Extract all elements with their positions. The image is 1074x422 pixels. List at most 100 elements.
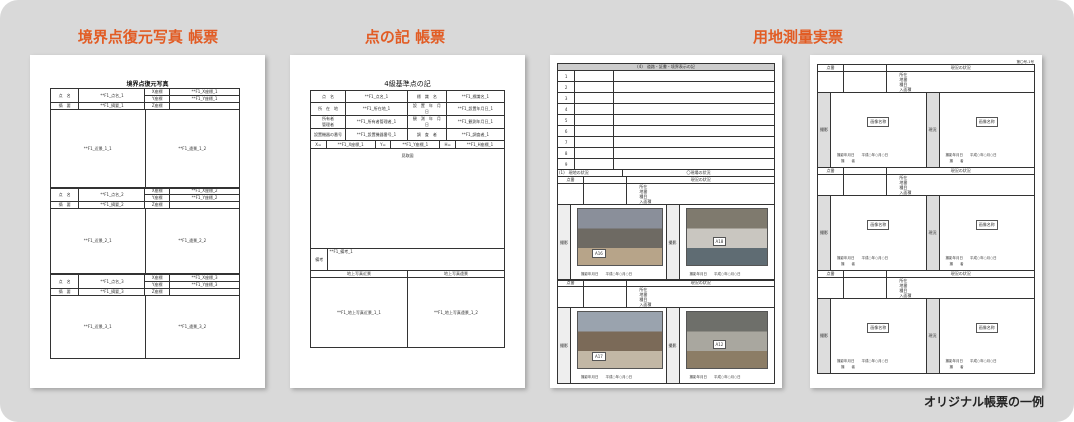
image-cell: 画像名称 撮影年月日 平成○年○月○日撮 者 bbox=[938, 92, 1036, 168]
sheet2-note-table: 備考 **F1_備考_1 bbox=[309, 248, 505, 271]
sheet4-image-table: 撮影 画像名称 撮影年月日 平成○年○月○日撮 者現況 画像名称 撮影年月日 平成○年○… bbox=[816, 92, 1036, 168]
field-blank-b bbox=[843, 71, 888, 93]
row-cell-a bbox=[574, 125, 615, 137]
field-label: 設置機器の番号 bbox=[310, 128, 346, 141]
field-value: **F1_所在地_1 bbox=[344, 102, 408, 116]
row-cell-b bbox=[613, 103, 775, 115]
row-number: 1 bbox=[556, 70, 576, 82]
row-number: 8 bbox=[556, 147, 576, 159]
side-label: 現況 bbox=[925, 195, 940, 271]
sheet2-info-table: 点 名 **F1_点名_1 標 識 名 **F1_標識名_1 所 在 地 **F1_所在地… bbox=[310, 90, 506, 141]
photo-cell: A18 撮影年月日 平成○年○月○日 bbox=[678, 204, 776, 281]
photo-far-cell: **F1_遠景_1_2 bbox=[144, 109, 240, 189]
photo-tag: A17 bbox=[592, 352, 606, 361]
image-cell: 画像名称 撮影年月日 平成○年○月○日撮 者 bbox=[830, 92, 927, 168]
row-cell-a bbox=[574, 103, 615, 115]
site-photo: A18 bbox=[685, 208, 768, 266]
image-placeholder: 画像名称 bbox=[867, 323, 890, 333]
field-value: **F1_観測年月日_1 bbox=[445, 115, 506, 129]
sheet4-image-table: 撮影 画像名称 撮影年月日 平成○年○月○日撮 者現況 画像名称 撮影年月日 平成○年○… bbox=[816, 195, 1036, 271]
row-number: 5 bbox=[556, 114, 576, 126]
field-value: **F1_設置機器番号_1 bbox=[344, 128, 408, 141]
field-value: **F1_調査者_1 bbox=[445, 128, 506, 141]
side-label: 撮影 bbox=[816, 195, 832, 271]
column-status: 現況の状況 bbox=[886, 64, 1035, 72]
image-caption: 撮影年月日 平成○年○月○日 bbox=[837, 256, 889, 260]
row-cell-b bbox=[613, 136, 775, 148]
field-label: 設 置 年 月 日 bbox=[406, 102, 447, 116]
sheet4-sections: 点番 現況の状況 所在 地番 種目 入面積 撮影 画像名称 撮影年月日 平成○年○月○日撮 者現… bbox=[816, 64, 1036, 374]
side-label: 撮影 bbox=[556, 204, 572, 281]
sheet4-fields-table: 点番 現況の状況 所在 地番 種目 入面積 bbox=[816, 64, 1035, 93]
x-coord-label: X座標 bbox=[144, 274, 171, 282]
y-coord-label: Y座標 bbox=[144, 95, 171, 103]
column-status: 現況の状況 bbox=[626, 176, 775, 184]
sheet1-block: 点 名 **F1_点名_3 X座標 **F1_X座標_3 Y座標 **F1_Y座標_3 摘 … bbox=[49, 274, 240, 359]
site-photo: A16 bbox=[577, 208, 664, 266]
photo-near-value: **F1_地上写真近景_1_1 bbox=[310, 277, 408, 348]
footer-caption: オリジナル帳票の一例 bbox=[923, 395, 1044, 409]
row-cell-b bbox=[613, 147, 775, 159]
row-cell-b bbox=[613, 125, 775, 137]
sheet1-title: 境界点復元写真 bbox=[126, 81, 169, 88]
fields-cell: 所在 地番 種目 入面積 bbox=[886, 277, 1035, 299]
photo-far-cell: **F1_遠景_3_2 bbox=[144, 295, 240, 359]
side-label: 現況 bbox=[925, 298, 940, 374]
image-caption-author: 撮 者 bbox=[949, 262, 964, 266]
image-placeholder: 画像名称 bbox=[867, 220, 890, 230]
sheet4-image-table: 撮影 画像名称 撮影年月日 平成○年○月○日撮 者現況 画像名称 撮影年月日 平成○年○… bbox=[816, 298, 1036, 374]
sheet4-fields-table: 点番 現況の状況 所在 地番 種目 入面積 bbox=[816, 167, 1035, 196]
photo-caption: 撮影年月日 平成○年○月○日 bbox=[581, 375, 633, 379]
sheet2-title: 4級基準点の記 bbox=[384, 80, 431, 88]
field-blank-b bbox=[583, 286, 628, 308]
side-label: 撮影 bbox=[816, 92, 832, 168]
image-cell: 画像名称 撮影年月日 平成○年○月○日撮 者 bbox=[830, 298, 927, 374]
column-status: 現況の状況 bbox=[886, 167, 1035, 175]
site-photo: A17 bbox=[577, 311, 664, 369]
caption-land-survey: 用地測量実票 bbox=[752, 28, 844, 46]
fields-cell: 所在 地番 種目 入面積 bbox=[886, 174, 1035, 196]
row-cell-a bbox=[574, 70, 615, 82]
field-blank-a bbox=[816, 71, 845, 93]
point-name-label: 点 名 bbox=[49, 88, 80, 103]
image-caption: 撮影年月日 平成○年○月○日 bbox=[945, 359, 997, 363]
image-cell: 画像名称撮影年月日 平成○年○月○日撮 者 bbox=[830, 195, 927, 271]
side-label: 現況 bbox=[925, 92, 940, 168]
side-label: 撮影 bbox=[665, 307, 680, 384]
fields-cell: 所在 地番 種目 入面積 bbox=[626, 286, 775, 308]
sheet-boundary-photo: 境界点復元写真 点 名 **F1_点名_1 X座標 **F1_X座標_1 Y座標 **F1… bbox=[30, 55, 265, 388]
sheet2-photo-table: 地上写真近景 地上写真遠景 **F1_地上写真近景_1_1 **F1_地上写真遠… bbox=[310, 270, 505, 348]
point-name-value: **F1_点名_1 bbox=[78, 88, 146, 103]
image-caption-author: 撮 者 bbox=[841, 365, 856, 369]
image-caption-author: 撮 者 bbox=[841, 262, 856, 266]
field-label: 所 在 地 bbox=[310, 102, 346, 116]
sheet1-block-header: 点 名 **F1_点名_2 X座標 **F1_X座標_2 Y座標 **F1_Y座標_2 摘 … bbox=[49, 187, 240, 209]
point-name-label: 点 名 bbox=[49, 274, 80, 289]
field-blank-a bbox=[556, 286, 585, 308]
y-coord-label: Y座標 bbox=[144, 281, 171, 289]
sheet1-block-header: 点 名 **F1_点名_3 X座標 **F1_X座標_3 Y座標 **F1_Y座標_3 摘 … bbox=[49, 274, 240, 296]
field-label: 点 名 bbox=[310, 90, 346, 103]
row-number: 9 bbox=[556, 158, 576, 170]
sheet1-photo-row: **F1_近景_1_1 **F1_遠景_1_2 bbox=[50, 109, 240, 189]
sheet3-photo-table: 撮影 A17 撮影年月日 平成○年○月○日 撮影 A12 撮影年月日 平成○年○月○日 bbox=[556, 307, 776, 384]
image-placeholder: 画像名称 bbox=[867, 117, 890, 127]
field-blank-b bbox=[843, 174, 888, 196]
column-point: 点番 bbox=[816, 270, 845, 278]
photo-near-label: 地上写真近景 bbox=[310, 270, 408, 278]
sheet2-form: 点 名 **F1_点名_1 標 識 名 **F1_標識名_1 所 在 地 **F1_所在地… bbox=[309, 90, 506, 348]
sketch-label: 見取図 bbox=[310, 148, 505, 249]
photo-caption: 撮影年月日 平成○年○月○日 bbox=[689, 375, 741, 379]
x-coord-value: **F1_X座標_3 bbox=[169, 274, 240, 282]
point-name-value: **F1_点名_2 bbox=[78, 187, 146, 202]
field-blank-a bbox=[816, 174, 845, 196]
sheet3-sections: (1) 現地の状況 〇現場の状況 点番 現況の状況 所在 地番 種目 入面積 撮影 A16 撮影年月… bbox=[556, 169, 776, 384]
side-label: 撮影 bbox=[665, 204, 680, 281]
row-cell-a bbox=[574, 136, 615, 148]
sheet3-photo-table: 撮影 A16 撮影年月日 平成○年○月○日 撮影 A18 撮影年月日 平成○年○月○日 bbox=[556, 204, 776, 281]
row-cell-b bbox=[613, 114, 775, 126]
photo-caption: 撮影年月日 平成○年○月○日 bbox=[689, 272, 741, 276]
row-cell-a bbox=[574, 158, 615, 170]
y-coord-value: **F1_Y座標_2 bbox=[169, 194, 240, 202]
point-name-label: 点 名 bbox=[49, 187, 80, 202]
